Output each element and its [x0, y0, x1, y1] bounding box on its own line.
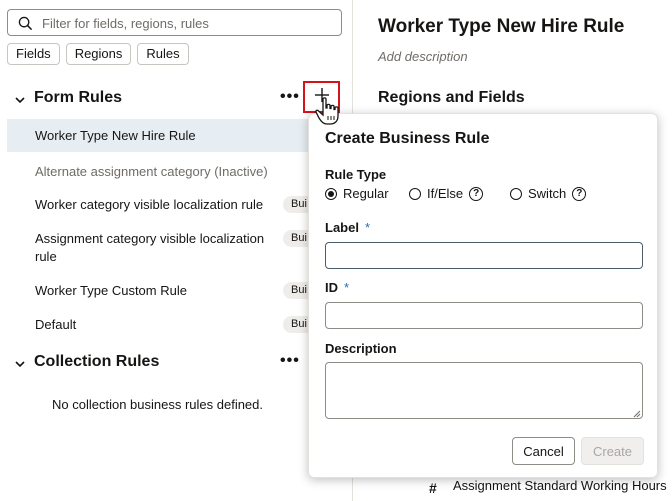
radio-label: If/Else [427, 186, 464, 201]
label-input[interactable] [325, 242, 643, 269]
form-rules-more-icon[interactable]: ••• [280, 88, 300, 106]
rule-item-label: Worker Type Custom Rule [35, 283, 187, 298]
cancel-button[interactable]: Cancel [512, 437, 575, 465]
collection-rules-empty-message: No collection business rules defined. [52, 397, 264, 412]
hand-cursor-icon [315, 97, 339, 125]
filter-chips: Fields Regions Rules [7, 43, 189, 65]
required-marker: * [344, 280, 350, 295]
resize-grip-icon[interactable] [633, 410, 641, 418]
collection-rules-title: Collection Rules [34, 353, 160, 370]
rule-item-worker-type-new-hire[interactable]: Worker Type New Hire Rule [7, 119, 353, 152]
required-marker: * [364, 220, 371, 235]
rule-item-label: Worker category visible localization rul… [35, 197, 264, 212]
help-icon[interactable]: ? [572, 186, 587, 201]
rule-item-worker-category[interactable]: Worker category visible localization rul… [7, 195, 353, 215]
regions-and-fields-title: Regions and Fields [378, 89, 525, 106]
help-icon[interactable]: ? [469, 186, 484, 201]
form-rules-title: Form Rules [34, 89, 123, 106]
chevron-down-icon[interactable] [14, 94, 26, 106]
rule-item-worker-type-custom[interactable]: Worker Type Custom Rule Bui [7, 281, 353, 301]
chevron-down-icon[interactable] [14, 358, 26, 370]
radio-label: Switch [528, 186, 567, 201]
rule-item-default[interactable]: Default Bui [7, 315, 353, 335]
filter-search-box[interactable] [7, 9, 342, 36]
chip-regions[interactable]: Regions [65, 43, 132, 65]
rule-item-label-continued: rule [35, 249, 57, 264]
rule-type-ifelse-radio[interactable]: If/Else ? [409, 186, 484, 201]
page-title: Worker Type New Hire Rule [378, 16, 625, 37]
search-icon [18, 16, 33, 31]
filter-search-input[interactable] [40, 13, 335, 33]
rule-type-regular-radio[interactable]: Regular [325, 186, 389, 201]
radio-selected-icon [325, 187, 337, 200]
radio-label: Regular [343, 186, 389, 201]
number-field-icon: # [429, 480, 437, 496]
chip-fields[interactable]: Fields [7, 43, 60, 65]
radio-unselected-icon [510, 187, 522, 200]
rule-item-label: Alternate assignment category (Inactive) [35, 164, 268, 179]
id-input[interactable] [325, 302, 643, 329]
rule-item-label: Default [35, 317, 77, 332]
rule-item-assignment-category[interactable]: Assignment category visible localization… [7, 229, 353, 265]
popup-title: Create Business Rule [325, 130, 490, 147]
radio-unselected-icon [409, 187, 421, 200]
create-button[interactable]: Create [581, 437, 644, 465]
description-textarea[interactable] [325, 362, 643, 419]
create-business-rule-popup: Create Business Rule Rule Type Regular I… [308, 113, 658, 478]
rules-navigator-panel: Fields Regions Rules Form Rules ••• Work… [0, 0, 353, 501]
field-assignment-standard-working-hours[interactable]: Assignment Standard Working Hours [453, 478, 667, 493]
collection-rules-header[interactable]: Collection Rules ••• [0, 350, 352, 376]
rule-type-label: Rule Type [325, 167, 387, 182]
add-description-link[interactable]: Add description [378, 49, 468, 64]
rule-item-label: Worker Type New Hire Rule [35, 128, 196, 143]
rule-type-switch-radio[interactable]: Switch ? [510, 186, 587, 201]
collection-rules-more-icon[interactable]: ••• [280, 352, 300, 370]
label-field-label: Label * [325, 220, 371, 235]
chip-rules[interactable]: Rules [137, 43, 189, 65]
rule-item-alternate-assignment[interactable]: Alternate assignment category (Inactive) [7, 162, 353, 182]
id-field-label: ID * [325, 280, 350, 295]
form-rules-header[interactable]: Form Rules ••• [0, 86, 352, 112]
rule-item-label: Assignment category visible localization [35, 231, 265, 246]
description-field-label: Description [325, 341, 397, 356]
